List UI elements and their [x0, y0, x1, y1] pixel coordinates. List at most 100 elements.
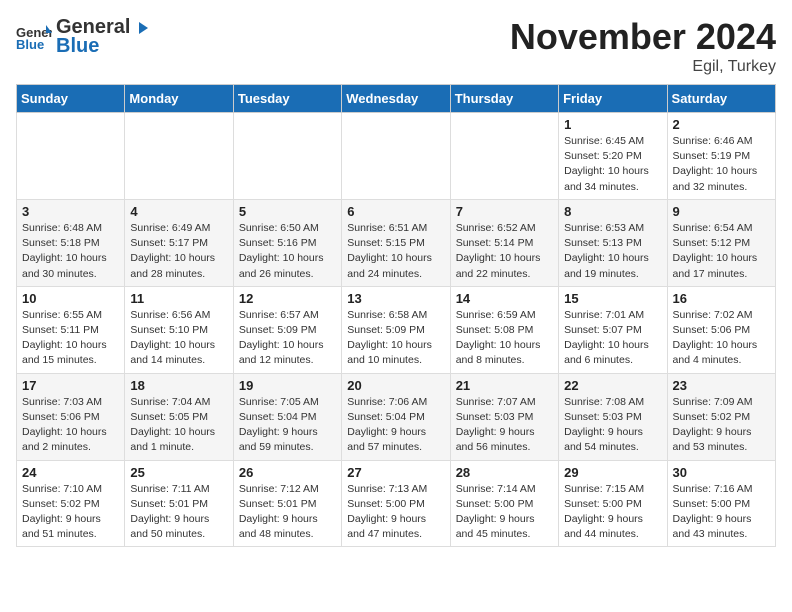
day-number: 27	[347, 465, 444, 480]
day-number: 21	[456, 378, 553, 393]
day-info: Sunrise: 6:59 AM Sunset: 5:08 PM Dayligh…	[456, 308, 553, 369]
day-info: Sunrise: 6:50 AM Sunset: 5:16 PM Dayligh…	[239, 221, 336, 282]
calendar-cell: 18 Sunrise: 7:04 AM Sunset: 5:05 PM Dayli…	[125, 373, 233, 460]
calendar-cell: 10Sunrise: 6:55 AM Sunset: 5:11 PM Dayli…	[17, 286, 125, 373]
day-number: 23	[673, 378, 770, 393]
day-info: Sunrise: 7:16 AM Sunset: 5:00 PM Dayligh…	[673, 482, 770, 543]
day-info: Sunrise: 7:13 AM Sunset: 5:00 PM Dayligh…	[347, 482, 444, 543]
day-number: 10	[22, 291, 119, 306]
day-number: 14	[456, 291, 553, 306]
svg-text:Blue: Blue	[16, 37, 44, 51]
day-info: Sunrise: 6:49 AM Sunset: 5:17 PM Dayligh…	[130, 221, 227, 282]
day-number: 29	[564, 465, 661, 480]
calendar-cell: 13Sunrise: 6:58 AM Sunset: 5:09 PM Dayli…	[342, 286, 450, 373]
calendar-cell: 21 Sunrise: 7:07 AM Sunset: 5:03 PM Dayli…	[450, 373, 558, 460]
calendar-week-3: 10Sunrise: 6:55 AM Sunset: 5:11 PM Dayli…	[17, 286, 776, 373]
calendar-week-2: 3 Sunrise: 6:48 AM Sunset: 5:18 PM Daylig…	[17, 199, 776, 286]
day-info: Sunrise: 7:14 AM Sunset: 5:00 PM Dayligh…	[456, 482, 553, 543]
day-number: 9	[673, 204, 770, 219]
day-number: 15	[564, 291, 661, 306]
calendar-cell: 15Sunrise: 7:01 AM Sunset: 5:07 PM Dayli…	[559, 286, 667, 373]
day-info: Sunrise: 7:10 AM Sunset: 5:02 PM Dayligh…	[22, 482, 119, 543]
calendar-cell: 28 Sunrise: 7:14 AM Sunset: 5:00 PM Dayli…	[450, 460, 558, 547]
calendar-cell: 14 Sunrise: 6:59 AM Sunset: 5:08 PM Dayli…	[450, 286, 558, 373]
day-info: Sunrise: 6:48 AM Sunset: 5:18 PM Dayligh…	[22, 221, 119, 282]
logo-arrow-icon	[131, 21, 149, 35]
day-number: 17	[22, 378, 119, 393]
calendar-cell: 9 Sunrise: 6:54 AM Sunset: 5:12 PM Daylig…	[667, 199, 775, 286]
calendar-cell: 25Sunrise: 7:11 AM Sunset: 5:01 PM Dayli…	[125, 460, 233, 547]
calendar-cell: 7 Sunrise: 6:52 AM Sunset: 5:14 PM Daylig…	[450, 199, 558, 286]
day-info: Sunrise: 6:52 AM Sunset: 5:14 PM Dayligh…	[456, 221, 553, 282]
page-header: General Blue General Blue November 2024 …	[16, 16, 776, 76]
weekday-header-thursday: Thursday	[450, 85, 558, 113]
day-info: Sunrise: 7:12 AM Sunset: 5:01 PM Dayligh…	[239, 482, 336, 543]
day-number: 30	[673, 465, 770, 480]
day-info: Sunrise: 7:02 AM Sunset: 5:06 PM Dayligh…	[673, 308, 770, 369]
calendar-cell: 5Sunrise: 6:50 AM Sunset: 5:16 PM Daylig…	[233, 199, 341, 286]
day-number: 16	[673, 291, 770, 306]
calendar-cell: 29Sunrise: 7:15 AM Sunset: 5:00 PM Dayli…	[559, 460, 667, 547]
weekday-header-friday: Friday	[559, 85, 667, 113]
calendar-cell: 3 Sunrise: 6:48 AM Sunset: 5:18 PM Daylig…	[17, 199, 125, 286]
day-info: Sunrise: 7:04 AM Sunset: 5:05 PM Dayligh…	[130, 395, 227, 456]
day-number: 24	[22, 465, 119, 480]
calendar-table: SundayMondayTuesdayWednesdayThursdayFrid…	[16, 84, 776, 547]
day-number: 19	[239, 378, 336, 393]
day-info: Sunrise: 7:09 AM Sunset: 5:02 PM Dayligh…	[673, 395, 770, 456]
weekday-header-wednesday: Wednesday	[342, 85, 450, 113]
calendar-cell	[17, 113, 125, 200]
day-number: 2	[673, 117, 770, 132]
day-number: 8	[564, 204, 661, 219]
calendar-cell: 2 Sunrise: 6:46 AM Sunset: 5:19 PM Daylig…	[667, 113, 775, 200]
day-number: 28	[456, 465, 553, 480]
day-number: 25	[130, 465, 227, 480]
day-number: 4	[130, 204, 227, 219]
day-info: Sunrise: 6:56 AM Sunset: 5:10 PM Dayligh…	[130, 308, 227, 369]
day-number: 1	[564, 117, 661, 132]
day-info: Sunrise: 6:53 AM Sunset: 5:13 PM Dayligh…	[564, 221, 661, 282]
day-info: Sunrise: 6:51 AM Sunset: 5:15 PM Dayligh…	[347, 221, 444, 282]
day-info: Sunrise: 6:57 AM Sunset: 5:09 PM Dayligh…	[239, 308, 336, 369]
calendar-cell: 27 Sunrise: 7:13 AM Sunset: 5:00 PM Dayli…	[342, 460, 450, 547]
month-title: November 2024	[510, 16, 776, 58]
calendar-cell: 22 Sunrise: 7:08 AM Sunset: 5:03 PM Dayli…	[559, 373, 667, 460]
day-info: Sunrise: 6:54 AM Sunset: 5:12 PM Dayligh…	[673, 221, 770, 282]
logo-icon: General Blue	[16, 23, 52, 51]
calendar-cell	[450, 113, 558, 200]
calendar-cell: 20 Sunrise: 7:06 AM Sunset: 5:04 PM Dayli…	[342, 373, 450, 460]
calendar-cell: 24 Sunrise: 7:10 AM Sunset: 5:02 PM Dayli…	[17, 460, 125, 547]
calendar-cell	[125, 113, 233, 200]
day-number: 20	[347, 378, 444, 393]
title-section: November 2024 Egil, Turkey	[510, 16, 776, 76]
day-info: Sunrise: 6:46 AM Sunset: 5:19 PM Dayligh…	[673, 134, 770, 195]
day-number: 6	[347, 204, 444, 219]
calendar-cell: 1Sunrise: 6:45 AM Sunset: 5:20 PM Daylig…	[559, 113, 667, 200]
weekday-header-saturday: Saturday	[667, 85, 775, 113]
day-info: Sunrise: 7:06 AM Sunset: 5:04 PM Dayligh…	[347, 395, 444, 456]
day-number: 22	[564, 378, 661, 393]
day-number: 3	[22, 204, 119, 219]
day-info: Sunrise: 7:05 AM Sunset: 5:04 PM Dayligh…	[239, 395, 336, 456]
day-number: 7	[456, 204, 553, 219]
calendar-cell: 8 Sunrise: 6:53 AM Sunset: 5:13 PM Daylig…	[559, 199, 667, 286]
calendar-week-1: 1Sunrise: 6:45 AM Sunset: 5:20 PM Daylig…	[17, 113, 776, 200]
calendar-week-5: 24 Sunrise: 7:10 AM Sunset: 5:02 PM Dayli…	[17, 460, 776, 547]
weekday-header-tuesday: Tuesday	[233, 85, 341, 113]
calendar-cell: 30 Sunrise: 7:16 AM Sunset: 5:00 PM Dayli…	[667, 460, 775, 547]
day-info: Sunrise: 7:07 AM Sunset: 5:03 PM Dayligh…	[456, 395, 553, 456]
day-number: 11	[130, 291, 227, 306]
day-info: Sunrise: 7:08 AM Sunset: 5:03 PM Dayligh…	[564, 395, 661, 456]
location-title: Egil, Turkey	[510, 58, 776, 76]
calendar-cell: 23 Sunrise: 7:09 AM Sunset: 5:02 PM Dayli…	[667, 373, 775, 460]
logo: General Blue General Blue	[16, 16, 150, 58]
calendar-cell: 19 Sunrise: 7:05 AM Sunset: 5:04 PM Dayli…	[233, 373, 341, 460]
day-number: 26	[239, 465, 336, 480]
weekday-header-monday: Monday	[125, 85, 233, 113]
day-number: 12	[239, 291, 336, 306]
calendar-cell	[342, 113, 450, 200]
calendar-cell: 17Sunrise: 7:03 AM Sunset: 5:06 PM Dayli…	[17, 373, 125, 460]
day-number: 18	[130, 378, 227, 393]
calendar-cell: 16 Sunrise: 7:02 AM Sunset: 5:06 PM Dayli…	[667, 286, 775, 373]
calendar-cell	[233, 113, 341, 200]
